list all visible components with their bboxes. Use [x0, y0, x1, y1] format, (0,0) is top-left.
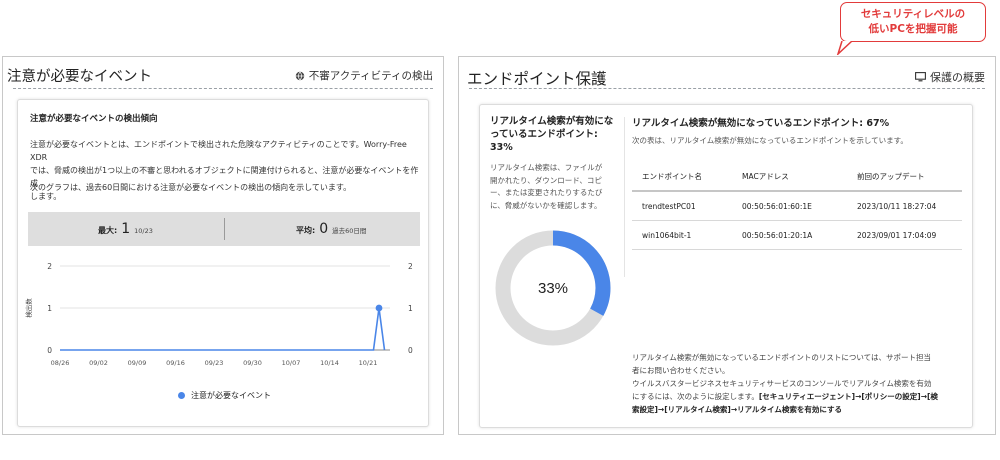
x-tick-label: 09/23 — [205, 359, 224, 367]
chart-legend[interactable]: 注意が必要なイベント — [178, 390, 271, 401]
cell-endpoint-name: win1064bit-1 — [642, 230, 692, 240]
stat-avg-label: 平均: — [296, 226, 316, 235]
enabled-title-line: っているエンドポイント: — [490, 129, 598, 140]
realtime-scan-card: リアルタイム検索が有効にな っているエンドポイント: 33% リアルタイム検索は… — [479, 104, 973, 428]
note-line: 索設定]→[リアルタイム検索]→リアルタイム検索を有効にする — [632, 403, 962, 416]
note-line: 者にお問い合わせください。 — [632, 366, 730, 375]
desc-line: リアルタイム検索は、ファイルが — [490, 163, 603, 172]
cell-mac-address: 00:50:56:01:20:1A — [742, 230, 813, 240]
panel-header: 注意が必要なイベント 不審アクティビティの検出 — [7, 57, 433, 89]
disabled-title: リアルタイム検索が無効になっているエンドポイント: 67% — [632, 118, 890, 129]
stat-avg-value: 0 — [319, 221, 329, 237]
protection-overview-link[interactable]: 保護の概要 — [915, 69, 985, 85]
enabled-title-percent: 33% — [490, 142, 513, 153]
col-mac-address[interactable]: MACアドレス — [742, 171, 857, 182]
stat-avg: 平均: 0 過去60日間 — [296, 221, 366, 237]
enabled-title: リアルタイム検索が有効にな っているエンドポイント: 33% — [490, 115, 616, 154]
data-point — [375, 304, 383, 312]
callout-line1: セキュリティレベルの — [860, 8, 966, 20]
desc-line: に、脅威がないかを確認します。 — [490, 200, 602, 210]
protection-overview-label: 保護の概要 — [930, 71, 985, 84]
detection-trend-chart: 0 0 1 1 2 2 検出数 08/26 09/02 09/09 09/16 09/23 09/30 1… — [24, 262, 413, 367]
note-line: ウイルスバスタービジネスセキュリティサービスのコンソールでリアルタイム検索を有効 — [632, 379, 932, 388]
panel-header: エンドポイント保護 保護の概要 — [467, 57, 985, 89]
desc-line: 注意が必要なイベントとは、エンドポイントで検出された危険なアクティビティのことで… — [30, 140, 407, 162]
callout-box: セキュリティレベルの 低いPCを把握可能 — [840, 2, 986, 42]
y-tick-label-left: 2 — [47, 262, 52, 271]
disabled-summary: リアルタイム検索が無効になっているエンドポイント: 67% 次の表は、リアルタイ… — [632, 115, 966, 146]
enabled-title-line: リアルタイム検索が有効にな — [490, 116, 614, 127]
note-path: 索設定]→[リアルタイム検索]→リアルタイム検索を有効にする — [632, 405, 842, 414]
desc-line: ー、または変更されたりするたび — [490, 188, 603, 197]
x-tick-label: 09/16 — [166, 359, 185, 367]
y-tick-label-right: 2 — [408, 262, 413, 271]
disabled-endpoints-table: エンドポイント名 MACアドレス 前回のアップデート trendtestPC01… — [632, 163, 962, 250]
col-endpoint-name[interactable]: エンドポイント名 — [632, 171, 742, 182]
card-description: 注意が必要なイベントとは、エンドポイントで検出された危険なアクティビティのことで… — [30, 138, 420, 203]
suspicious-activity-link[interactable]: 不審アクティビティの検出 — [295, 68, 433, 83]
stat-max-value: 1 — [121, 221, 131, 237]
cell-mac-address: 00:50:56:01:60:1E — [742, 201, 812, 211]
x-tick-label: 08/26 — [51, 359, 70, 367]
table-row[interactable]: win1064bit-1 00:50:56:01:20:1A 2023/09/0… — [632, 221, 962, 250]
x-tick-label: 09/30 — [243, 359, 262, 367]
donut-label: 33% — [538, 280, 568, 297]
detection-trend-card: 注意が必要なイベントの検出傾向 注意が必要なイベントとは、エンドポイントで検出さ… — [17, 99, 429, 427]
callout-tail — [836, 41, 853, 55]
stat-max: 最大: 1 10/23 — [98, 221, 153, 237]
panel-title: 注意が必要なイベント — [7, 69, 152, 85]
enabled-summary: リアルタイム検索が有効にな っているエンドポイント: 33% リアルタイム検索は… — [490, 115, 616, 212]
chart-description: 次のグラフは、過去60日間における注意が必要なイベントの検出の傾向を示しています… — [30, 183, 352, 192]
globe-icon — [295, 71, 304, 80]
stats-bar: 最大: 1 10/23 平均: 0 過去60日間 — [28, 212, 420, 246]
legend-label: 注意が必要なイベント — [191, 391, 271, 400]
stat-max-date: 10/23 — [134, 227, 153, 235]
x-tick-label: 10/21 — [359, 359, 378, 367]
card-title: 注意が必要なイベントの検出傾向 — [30, 114, 158, 124]
series-line — [60, 307, 386, 351]
monitor-icon — [915, 72, 926, 82]
panel-title: エンドポイント保護 — [467, 70, 607, 88]
col-last-update[interactable]: 前回のアップデート — [857, 171, 962, 182]
x-tick-label: 10/14 — [320, 359, 339, 367]
note-line: にするには、次のように設定します。[セキュリティエージェント]→[ポリシーの設定… — [632, 390, 962, 403]
suspicious-activity-label: 不審アクティビティの検出 — [308, 70, 433, 82]
table-row[interactable]: trendtestPC01 00:50:56:01:60:1E 2023/10/… — [632, 192, 962, 221]
stat-divider — [224, 218, 225, 240]
stat-avg-period: 過去60日間 — [332, 227, 367, 235]
table-header: エンドポイント名 MACアドレス 前回のアップデート — [632, 163, 962, 192]
y-tick-label-left: 1 — [47, 304, 52, 313]
y-tick-label-right: 0 — [408, 346, 413, 355]
disabled-subtitle: 次の表は、リアルタイム検索が無効になっているエンドポイントを示しています。 — [632, 136, 908, 145]
cell-last-update: 2023/10/11 18:27:04 — [857, 201, 937, 211]
y-axis-label: 検出数 — [24, 298, 33, 318]
attention-events-panel: 注意が必要なイベント 不審アクティビティの検出 注意が必要なイベントの検出傾向 … — [2, 56, 444, 435]
x-tick-label: 10/07 — [282, 359, 301, 367]
callout-line2: 低いPCを把握可能 — [868, 23, 958, 35]
y-tick-label-left: 0 — [47, 346, 52, 355]
support-note: リアルタイム検索が無効になっているエンドポイントのリストについては、サポート担当… — [632, 351, 962, 416]
enabled-donut-chart: 33% — [495, 230, 611, 346]
stat-max-label: 最大: — [98, 226, 118, 235]
cell-last-update: 2023/09/01 17:04:09 — [857, 230, 937, 240]
enabled-description: リアルタイム検索は、ファイルが 開かれたり、ダウンロード、コピ ー、または変更さ… — [490, 162, 616, 212]
column-divider — [624, 117, 625, 277]
x-tick-label: 09/09 — [128, 359, 147, 367]
y-tick-label-right: 1 — [408, 304, 413, 313]
x-tick-label: 09/02 — [89, 359, 108, 367]
legend-marker — [178, 392, 185, 399]
desc-line: 開かれたり、ダウンロード、コピ — [490, 175, 602, 185]
cell-endpoint-name: trendtestPC01 — [642, 201, 696, 211]
endpoint-protection-panel: エンドポイント保護 保護の概要 リアルタイム検索が有効にな っているエンドポイン… — [458, 56, 996, 435]
note-path: [セキュリティエージェント]→[ポリシーの設定]→[検 — [758, 392, 938, 401]
note-text: にするには、次のように設定します。 — [632, 392, 759, 401]
note-line: リアルタイム検索が無効になっているエンドポイントのリストについては、サポート担当 — [632, 353, 932, 362]
